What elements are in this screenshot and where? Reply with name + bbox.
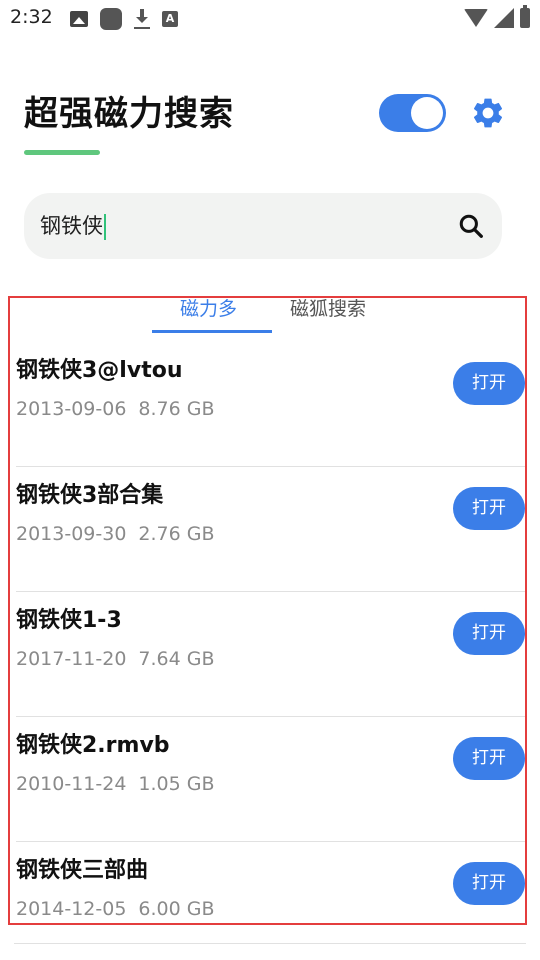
search-value: 钢铁侠 [40,214,103,238]
battery-icon [520,5,530,28]
notification-icons: A [70,8,178,30]
system-icons [464,5,530,28]
result-size: 1.05 GB [138,773,215,795]
result-size: 7.64 GB [138,648,215,670]
result-date: 2014-12-05 [16,898,127,920]
image-icon [70,11,88,27]
title-underline [24,150,100,155]
result-item: 钢铁侠3@lvtou 2013-09-06 8.76 GB 打开 [16,342,525,467]
result-title: 钢铁侠1-3 [16,608,122,633]
text-caret [104,214,106,240]
result-item: 钢铁侠1-3 2017-11-20 7.64 GB 打开 [16,592,525,717]
tab-ciliduo[interactable]: 磁力多 [180,298,237,321]
result-date: 2013-09-30 [16,523,127,545]
result-meta: 2017-11-20 7.64 GB [16,648,215,670]
result-size: 8.76 GB [138,398,215,420]
toggle-switch[interactable] [379,94,446,132]
wifi-icon [464,9,488,27]
result-date: 2017-11-20 [16,648,127,670]
gear-icon[interactable] [470,95,506,131]
results-list: 钢铁侠3@lvtou 2013-09-06 8.76 GB 打开 钢铁侠3部合集 … [16,342,525,923]
bottom-divider [14,943,526,944]
result-title: 钢铁侠三部曲 [16,858,149,883]
result-meta: 2013-09-06 8.76 GB [16,398,215,420]
app-title: 超强磁力搜索 [24,94,234,134]
open-button[interactable]: 打开 [453,612,525,655]
app-icon [100,8,122,30]
result-meta: 2014-12-05 6.00 GB [16,898,215,920]
result-size: 2.76 GB [138,523,215,545]
open-button[interactable]: 打开 [453,362,525,405]
a-icon: A [162,11,178,27]
source-tabs: 磁力多 磁狐搜索 [10,298,525,338]
result-item: 钢铁侠三部曲 2014-12-05 6.00 GB 打开 [16,842,525,923]
search-box[interactable]: 钢铁侠 [24,193,502,259]
results-panel: 磁力多 磁狐搜索 钢铁侠3@lvtou 2013-09-06 8.76 GB 打开… [8,296,527,925]
result-meta: 2010-11-24 1.05 GB [16,773,215,795]
open-button[interactable]: 打开 [453,862,525,905]
result-title: 钢铁侠2.rmvb [16,733,170,758]
status-bar: 2:32 A [0,0,540,38]
search-input[interactable]: 钢铁侠 [40,193,106,259]
toggle-knob [411,97,443,129]
result-date: 2013-09-06 [16,398,127,420]
search-icon[interactable] [458,213,484,239]
result-title: 钢铁侠3部合集 [16,483,164,508]
signal-icon [494,8,514,28]
open-button[interactable]: 打开 [453,737,525,780]
result-title: 钢铁侠3@lvtou [16,358,183,383]
tab-cihu-search[interactable]: 磁狐搜索 [290,298,366,321]
result-date: 2010-11-24 [16,773,127,795]
download-icon [134,9,150,29]
result-item: 钢铁侠2.rmvb 2010-11-24 1.05 GB 打开 [16,717,525,842]
tab-indicator [152,330,272,333]
result-item: 钢铁侠3部合集 2013-09-30 2.76 GB 打开 [16,467,525,592]
result-meta: 2013-09-30 2.76 GB [16,523,215,545]
result-size: 6.00 GB [138,898,215,920]
open-button[interactable]: 打开 [453,487,525,530]
status-time: 2:32 [10,6,53,28]
